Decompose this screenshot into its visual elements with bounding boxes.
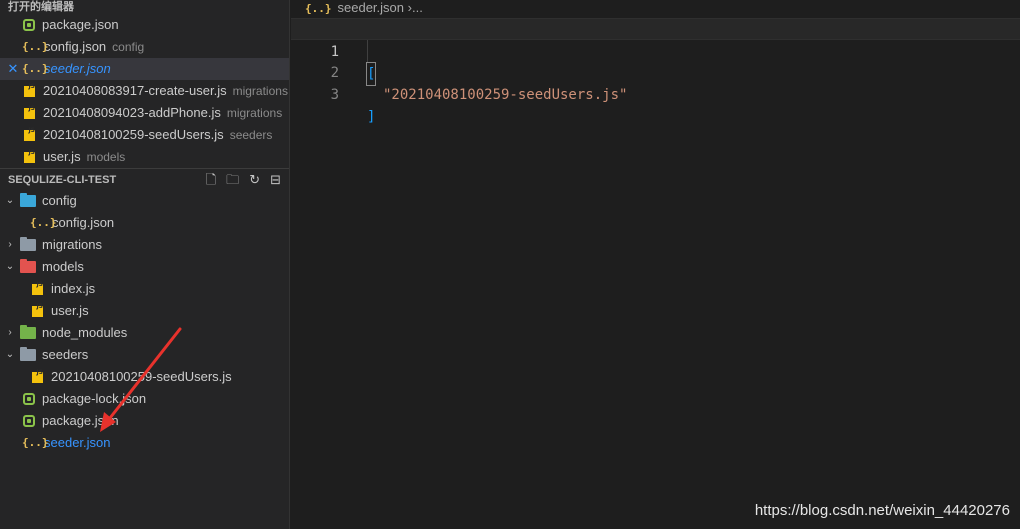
tree-file[interactable]: package.json: [0, 410, 289, 432]
breadcrumb-file[interactable]: seeder.json: [338, 0, 405, 15]
tree-file[interactable]: package-lock.json: [0, 388, 289, 410]
tree-file[interactable]: user.js: [0, 296, 289, 322]
close-icon[interactable]: ✕: [7, 58, 19, 80]
tree-label: 20210408100259-seedUsers.js: [51, 369, 232, 384]
folder-config-icon: [20, 193, 36, 207]
open-editor-item[interactable]: 20210408100259-seedUsers.js seeders: [0, 120, 289, 146]
open-editor-desc: models: [86, 150, 126, 164]
js-icon: [24, 76, 35, 98]
code-line[interactable]: 1 [: [291, 18, 1020, 86]
open-editor-label: user.js: [43, 149, 81, 164]
json-icon: {..}: [305, 2, 332, 15]
tree-label: node_modules: [42, 325, 128, 340]
new-file-icon[interactable]: 🗋: [206, 169, 216, 191]
open-editor-item[interactable]: package.json: [0, 14, 289, 36]
tree-folder-models[interactable]: ⌄ models: [0, 256, 289, 278]
npm-package-icon: [23, 415, 35, 427]
tree-file[interactable]: index.js: [0, 274, 289, 300]
js-icon: [32, 362, 43, 384]
tree-label: config.json: [52, 215, 115, 230]
open-editor-label: 20210408094023-addPhone.js: [43, 105, 221, 120]
chevron-down-icon: ⌄: [5, 261, 15, 272]
open-editor-item[interactable]: 20210408094023-addPhone.js migrations: [0, 98, 289, 124]
tree-folder-config[interactable]: ⌄ config: [0, 190, 289, 212]
open-editor-item-active[interactable]: ✕ {..} seeder.json: [0, 58, 289, 80]
open-editor-item[interactable]: user.js models: [0, 142, 289, 168]
tree-file[interactable]: {..} config.json: [0, 212, 289, 234]
open-editor-desc: migrations: [226, 106, 283, 120]
code-text: "20210408100259-seedUsers.js": [383, 87, 628, 103]
open-editor-item[interactable]: 20210408083917-create-user.js migrations: [0, 76, 289, 102]
tree-folder-seeders[interactable]: ⌄ seeders: [0, 344, 289, 366]
json-icon: {..}: [22, 62, 49, 75]
npm-package-icon: [23, 393, 35, 405]
tree-label: models: [42, 259, 84, 274]
tree-folder-node-modules[interactable]: › node_modules: [0, 322, 289, 344]
project-title: SEQULIZE-CLI-TEST: [8, 174, 117, 186]
open-editor-label: package.json: [42, 17, 119, 32]
open-editor-desc: config: [112, 40, 145, 54]
explorer-header[interactable]: SEQULIZE-CLI-TEST 🗋 🗀 ↻ ⊟: [0, 168, 289, 190]
explorer-actions: 🗋 🗀 ↻ ⊟: [206, 169, 281, 191]
folder-models-icon: [20, 259, 36, 273]
js-icon: [32, 296, 43, 318]
tree-folder-migrations[interactable]: › migrations: [0, 234, 289, 256]
folder-node-icon: [20, 325, 36, 339]
js-icon: [24, 98, 35, 120]
tree-label: seeder.json: [44, 435, 111, 450]
editor[interactable]: {..} seeder.json ›... 1 [ 2 "202104081002…: [291, 0, 1020, 529]
npm-package-icon: [23, 19, 35, 31]
json-icon: {..}: [22, 40, 49, 53]
refresh-icon[interactable]: ↻: [249, 169, 260, 191]
code-text: ]: [367, 109, 376, 125]
js-icon: [24, 142, 35, 164]
sidebar: 打开的编辑器 package.json {..} config.json con…: [0, 0, 290, 529]
code-area[interactable]: 1 [ 2 "20210408100259-seedUsers.js" 3 ]: [291, 18, 1020, 125]
tree-label: package-lock.json: [42, 391, 147, 406]
line-number: 3: [330, 87, 339, 103]
open-editor-label: 20210408100259-seedUsers.js: [43, 127, 224, 142]
open-editor-item[interactable]: {..} config.json config: [0, 36, 289, 58]
chevron-down-icon: ⌄: [5, 349, 15, 360]
tree-file[interactable]: 20210408100259-seedUsers.js: [0, 362, 289, 388]
code-line[interactable]: 3 ]: [291, 62, 1020, 125]
folder-icon: [20, 237, 36, 251]
chevron-right-icon: ›: [8, 327, 12, 338]
js-icon: [24, 120, 35, 142]
chevron-right-icon: ›: [8, 239, 12, 250]
tree-label: package.json: [42, 413, 119, 428]
open-editor-label: 20210408083917-create-user.js: [43, 83, 227, 98]
open-editor-desc: migrations: [232, 84, 288, 98]
tree-label: user.js: [51, 303, 89, 318]
code-line[interactable]: 2 "20210408100259-seedUsers.js": [291, 40, 1020, 103]
js-icon: [32, 274, 43, 296]
json-icon: {..}: [30, 216, 57, 229]
tree-label: seeders: [42, 347, 89, 362]
chevron-down-icon: ⌄: [5, 195, 15, 206]
tree-file-selected[interactable]: {..} seeder.json: [0, 432, 289, 454]
tree-label: migrations: [42, 237, 102, 252]
new-folder-icon[interactable]: 🗀: [226, 169, 239, 191]
open-editor-desc: seeders: [229, 128, 273, 142]
json-icon: {..}: [22, 436, 49, 449]
breadcrumb: {..} seeder.json ›...: [291, 0, 1020, 15]
open-editor-label: config.json: [44, 39, 107, 54]
open-editors-list: package.json {..} config.json config ✕ {…: [0, 14, 289, 168]
open-editor-label: seeder.json: [44, 61, 111, 76]
watermark: https://blog.csdn.net/weixin_44420276: [754, 502, 1010, 519]
indent-guide: [367, 40, 368, 62]
tree-label: index.js: [51, 281, 96, 296]
folder-open-icon: [20, 347, 36, 361]
tree-label: config: [42, 193, 77, 208]
open-editors-header[interactable]: 打开的编辑器: [0, 0, 289, 14]
file-tree: ⌄ config {..} config.json › migrations ⌄…: [0, 190, 289, 454]
collapse-all-icon[interactable]: ⊟: [270, 169, 281, 191]
breadcrumb-more[interactable]: ...: [412, 0, 423, 15]
